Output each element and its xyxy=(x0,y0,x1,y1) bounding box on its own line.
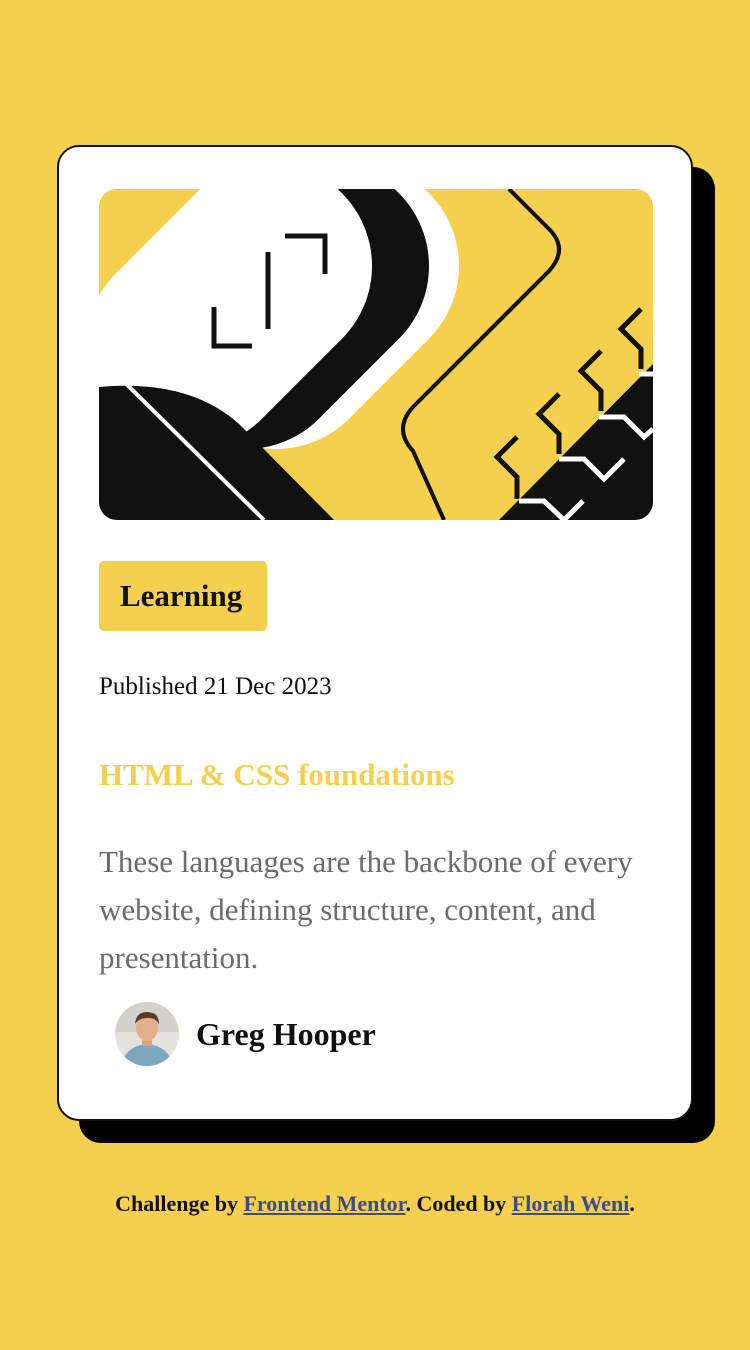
attribution-footer: Challenge by Frontend Mentor. Coded by F… xyxy=(0,1188,750,1220)
hero-illustration xyxy=(99,189,653,520)
abstract-code-illustration-icon xyxy=(99,189,653,520)
author-link[interactable]: Florah Weni xyxy=(512,1191,630,1216)
author: Greg Hooper xyxy=(115,1001,376,1067)
published-date: Published 21 Dec 2023 xyxy=(99,673,332,700)
attribution-suffix: . xyxy=(629,1191,635,1216)
avatar xyxy=(115,1002,179,1066)
person-avatar-icon xyxy=(115,1002,179,1066)
card-title[interactable]: HTML & CSS foundations xyxy=(99,755,455,795)
frontend-mentor-link[interactable]: Frontend Mentor xyxy=(243,1191,405,1216)
blog-preview-card: Learning Published 21 Dec 2023 HTML & CS… xyxy=(57,145,693,1121)
author-name: Greg Hooper xyxy=(196,1015,376,1052)
attribution-prefix: Challenge by xyxy=(115,1191,244,1216)
attribution-middle: . Coded by xyxy=(405,1191,512,1216)
card-description: These languages are the backbone of ever… xyxy=(99,844,633,975)
category-tag: Learning xyxy=(99,561,267,631)
